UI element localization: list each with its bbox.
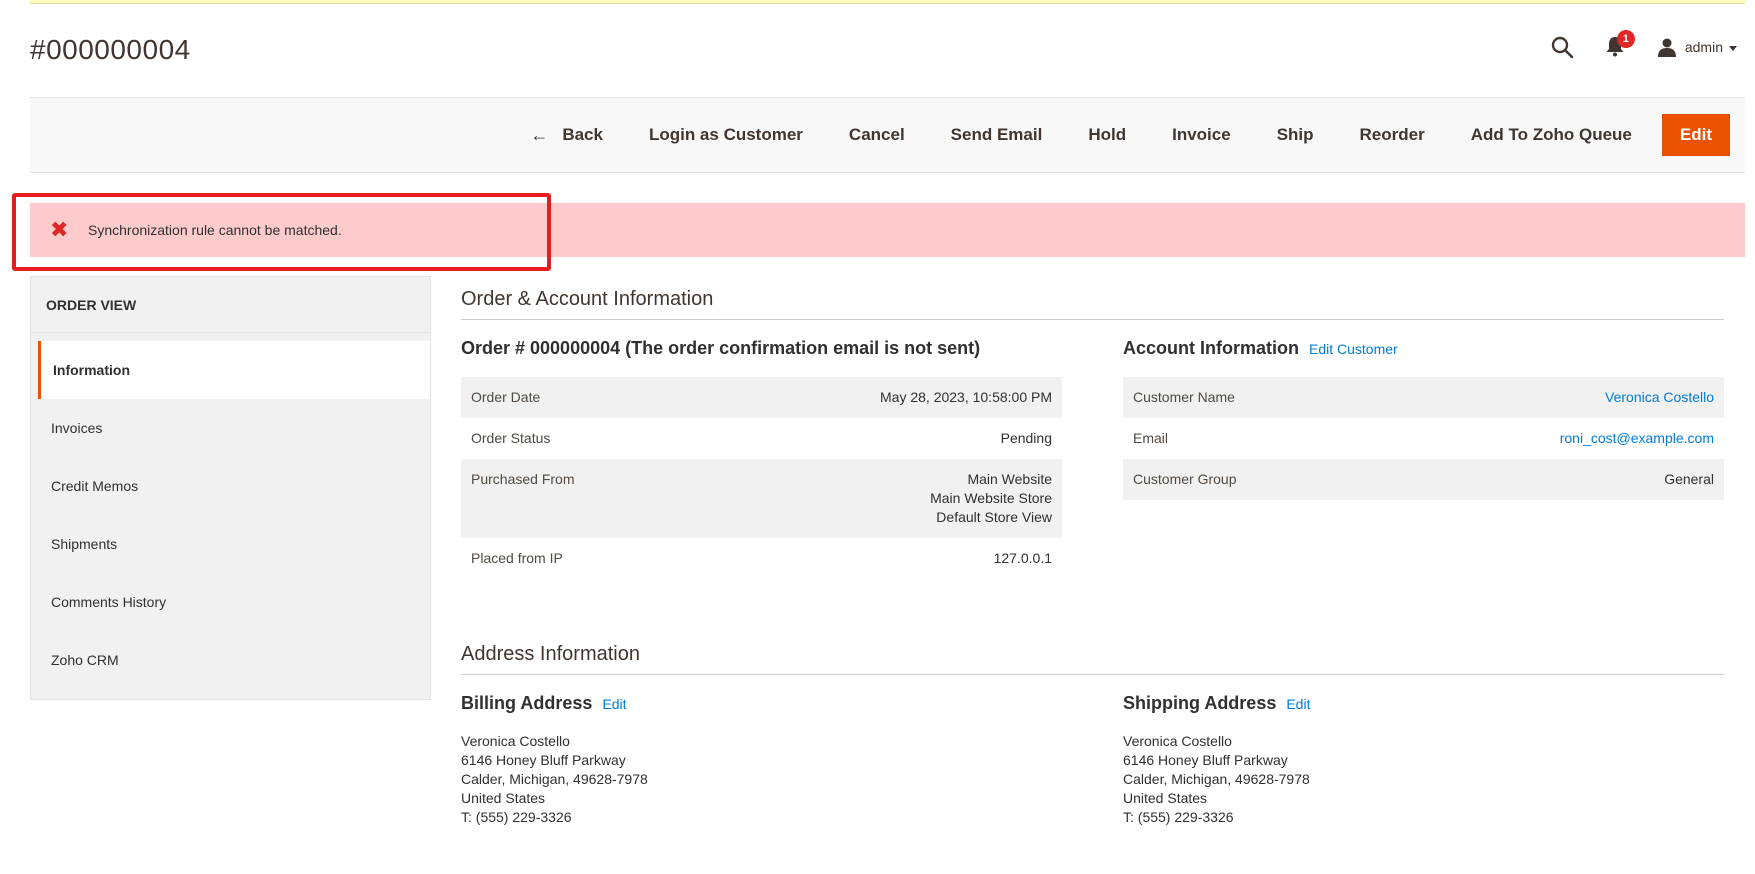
order-date-label: Order Date [461, 377, 697, 418]
ship-button[interactable]: Ship [1254, 114, 1337, 156]
tab-credit-memos[interactable]: Credit Memos [31, 457, 430, 515]
billing-address-column: Billing Address Edit Veronica Costello 6… [461, 693, 1062, 827]
billing-address-header: Billing Address Edit [461, 693, 1062, 714]
table-row: Order Date May 28, 2023, 10:58:00 PM [461, 377, 1062, 418]
back-label: Back [562, 125, 603, 144]
table-row: Purchased From Main Website Main Website… [461, 459, 1062, 538]
user-icon [1657, 38, 1676, 57]
purchased-from-label: Purchased From [461, 459, 697, 538]
shipping-address-title: Shipping Address [1123, 693, 1277, 713]
table-row: Customer Name Veronica Costello [1123, 377, 1724, 418]
edit-customer-link[interactable]: Edit Customer [1309, 341, 1398, 357]
search-icon[interactable] [1549, 34, 1575, 60]
account-info-column: Account Information Edit Customer Custom… [1123, 338, 1724, 579]
sidebar-tabs: Information Invoices Credit Memos Shipme… [31, 341, 430, 689]
billing-address-title: Billing Address [461, 693, 593, 713]
purchased-from-value: Main Website Main Website Store Default … [696, 459, 1062, 538]
placed-from-ip-label: Placed from IP [471, 550, 563, 566]
shipping-address-column: Shipping Address Edit Veronica Costello … [1123, 693, 1724, 827]
edit-billing-address-link[interactable]: Edit [602, 696, 626, 712]
table-row: Placed from IP 127.0.0.1 [461, 538, 1062, 579]
account-info-header: Account Information Edit Customer [1123, 338, 1724, 359]
chevron-down-icon [1729, 45, 1737, 51]
tab-comments-history[interactable]: Comments History [31, 573, 430, 631]
order-info-table: Order Date May 28, 2023, 10:58:00 PM Ord… [461, 377, 1062, 579]
order-info-column: Order # 000000004 (The order confirmatio… [461, 338, 1062, 579]
tab-invoices[interactable]: Invoices [31, 399, 430, 457]
header-actions: 1 admin [1549, 30, 1737, 60]
cancel-button[interactable]: Cancel [826, 114, 928, 156]
billing-name: Veronica Costello [461, 733, 570, 749]
purchased-from-store: Main Website Store [930, 490, 1052, 506]
notifications-bell[interactable]: 1 [1603, 30, 1635, 60]
order-info-title: Order # 000000004 (The order confirmatio… [461, 338, 981, 358]
shipping-street: 6146 Honey Bluff Parkway [1123, 752, 1288, 768]
action-buttons: ← Back Login as Customer Cancel Send Ema… [507, 114, 1730, 156]
billing-phone: T: (555) 229-3326 [461, 809, 572, 825]
user-name: admin [1684, 39, 1723, 55]
arrow-left-icon: ← [530, 125, 549, 145]
order-date-value: May 28, 2023, 10:58:00 PM [696, 377, 1062, 418]
notifications-count-badge: 1 [1616, 30, 1635, 48]
edit-shipping-address-link[interactable]: Edit [1286, 696, 1310, 712]
back-button[interactable]: ← Back [507, 114, 626, 156]
tab-zoho-crm[interactable]: Zoho CRM [31, 631, 430, 689]
edit-button[interactable]: Edit [1661, 114, 1730, 156]
shipping-phone: T: (555) 229-3326 [1123, 809, 1234, 825]
billing-city: Calder, Michigan, 49628-7978 [461, 771, 648, 787]
placed-from-ip-value: 127.0.0.1 [993, 550, 1052, 566]
order-info-header: Order # 000000004 (The order confirmatio… [461, 338, 1062, 359]
account-info-table: Customer Name Veronica Costello Email ro… [1123, 377, 1724, 500]
account-info-title: Account Information [1123, 338, 1299, 358]
invoice-button[interactable]: Invoice [1149, 114, 1254, 156]
customer-group-label: Customer Group [1123, 459, 1373, 500]
main-content: Order & Account Information Order # 0000… [461, 288, 1724, 827]
add-to-zoho-queue-button[interactable]: Add To Zoho Queue [1448, 114, 1655, 156]
shipping-address: Veronica Costello 6146 Honey Bluff Parkw… [1123, 732, 1724, 827]
hold-button[interactable]: Hold [1065, 114, 1149, 156]
table-row: Email roni_cost@example.com [1123, 418, 1724, 459]
order-status-label: Order Status [471, 430, 551, 446]
shipping-address-header: Shipping Address Edit [1123, 693, 1724, 714]
customer-name-label: Customer Name [1123, 377, 1373, 418]
address-section-title: Address Information [461, 643, 1724, 675]
page-actions-toolbar: ← Back Login as Customer Cancel Send Ema… [30, 97, 1745, 173]
user-menu[interactable]: admin [1657, 37, 1737, 57]
table-row: Customer Group General [1123, 459, 1724, 500]
email-label: Email [1133, 430, 1169, 446]
purchased-from-store-view: Default Store View [936, 509, 1052, 525]
login-as-customer-button[interactable]: Login as Customer [626, 114, 826, 156]
billing-street: 6146 Honey Bluff Parkway [461, 752, 626, 768]
address-columns: Billing Address Edit Veronica Costello 6… [461, 693, 1724, 827]
customer-name-link[interactable]: Veronica Costello [1605, 389, 1714, 405]
order-account-section-title: Order & Account Information [461, 288, 1724, 320]
sidebar-title: ORDER VIEW [31, 277, 430, 333]
order-status-value: Pending [1000, 430, 1052, 446]
billing-country: United States [461, 790, 546, 806]
tab-shipments[interactable]: Shipments [31, 515, 430, 573]
shipping-country: United States [1123, 790, 1208, 806]
order-view-sidebar: ORDER VIEW Information Invoices Credit M… [30, 276, 431, 700]
highlight-annotation-box [12, 193, 551, 271]
page-title: #000000004 [30, 34, 191, 65]
customer-email-link[interactable]: roni_cost@example.com [1560, 430, 1714, 446]
tab-information[interactable]: Information [38, 341, 430, 399]
send-email-button[interactable]: Send Email [928, 114, 1066, 156]
table-row: Order Status Pending [461, 418, 1062, 459]
customer-group-value: General [1372, 459, 1724, 500]
shipping-name: Veronica Costello [1123, 733, 1232, 749]
order-account-columns: Order # 000000004 (The order confirmatio… [461, 338, 1724, 579]
top-notice-strip [30, 0, 1745, 4]
shipping-city: Calder, Michigan, 49628-7978 [1123, 771, 1310, 787]
reorder-button[interactable]: Reorder [1337, 114, 1448, 156]
purchased-from-website: Main Website [967, 471, 1052, 487]
billing-address: Veronica Costello 6146 Honey Bluff Parkw… [461, 732, 1062, 827]
